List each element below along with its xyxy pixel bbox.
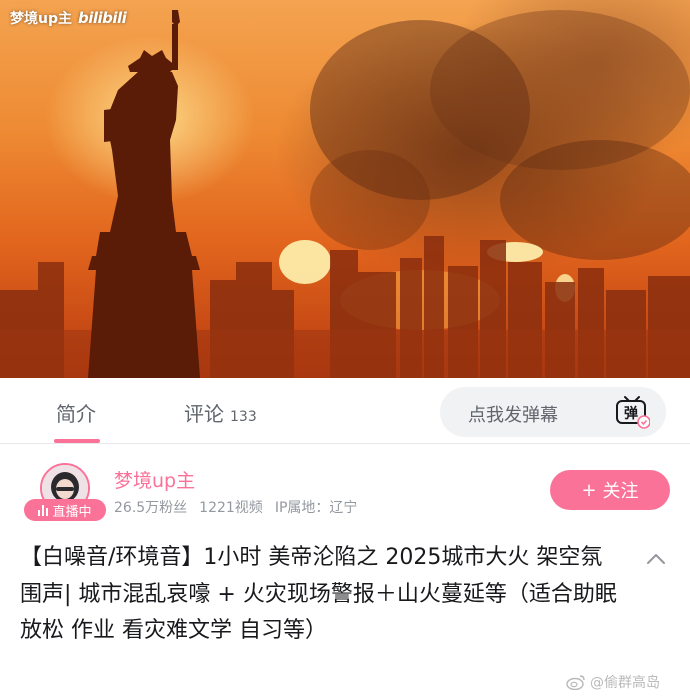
weibo-watermark-text: @偷群高岛 [590,675,660,691]
watermark-uploader: 梦境up主 [10,11,72,27]
video-title: 【白噪音/环境音】1小时 美帝沦陷之 2025城市大火 架空氛围声| 城市混乱哀… [20,545,617,643]
danmaku-icon-glyph: 弹 [624,405,638,422]
follow-label: 关注 [602,481,639,502]
comment-count: 133 [230,409,257,425]
weibo-icon [566,675,585,690]
live-bars-icon [38,504,49,516]
video-count: 1221视频 [199,500,263,516]
uploader-stats: 26.5万粉丝 1221视频 IP属地：辽宁 [114,497,357,517]
ip-location: IP属地：辽宁 [274,500,358,516]
uploader-name[interactable]: 梦境up主 [114,466,195,493]
tab-comments[interactable]: 评论 133 [184,398,257,427]
tab-intro[interactable]: 简介 [56,398,96,427]
weibo-watermark: @偷群高岛 [566,672,660,692]
tab-intro-label: 简介 [56,402,96,426]
live-badge-label: 直播中 [52,504,92,520]
chevron-up-icon[interactable] [644,550,668,568]
burning-city-image [0,10,690,378]
tab-comments-label: 评论 [184,402,224,426]
video-player[interactable]: 梦境up主 bilibili [0,0,690,378]
follow-button[interactable]: + 关注 [550,470,670,510]
plus-icon: + [581,479,597,501]
video-watermark: 梦境up主 bilibili [10,8,127,28]
fan-count: 26.5万粉丝 [114,500,188,516]
danmaku-toggle-icon[interactable]: 弹 [614,395,651,429]
bilibili-logo: bilibili [78,9,127,27]
active-tab-indicator [54,439,100,443]
live-badge[interactable]: 直播中 [24,499,106,521]
danmaku-placeholder: 点我发弹幕 [468,405,558,426]
